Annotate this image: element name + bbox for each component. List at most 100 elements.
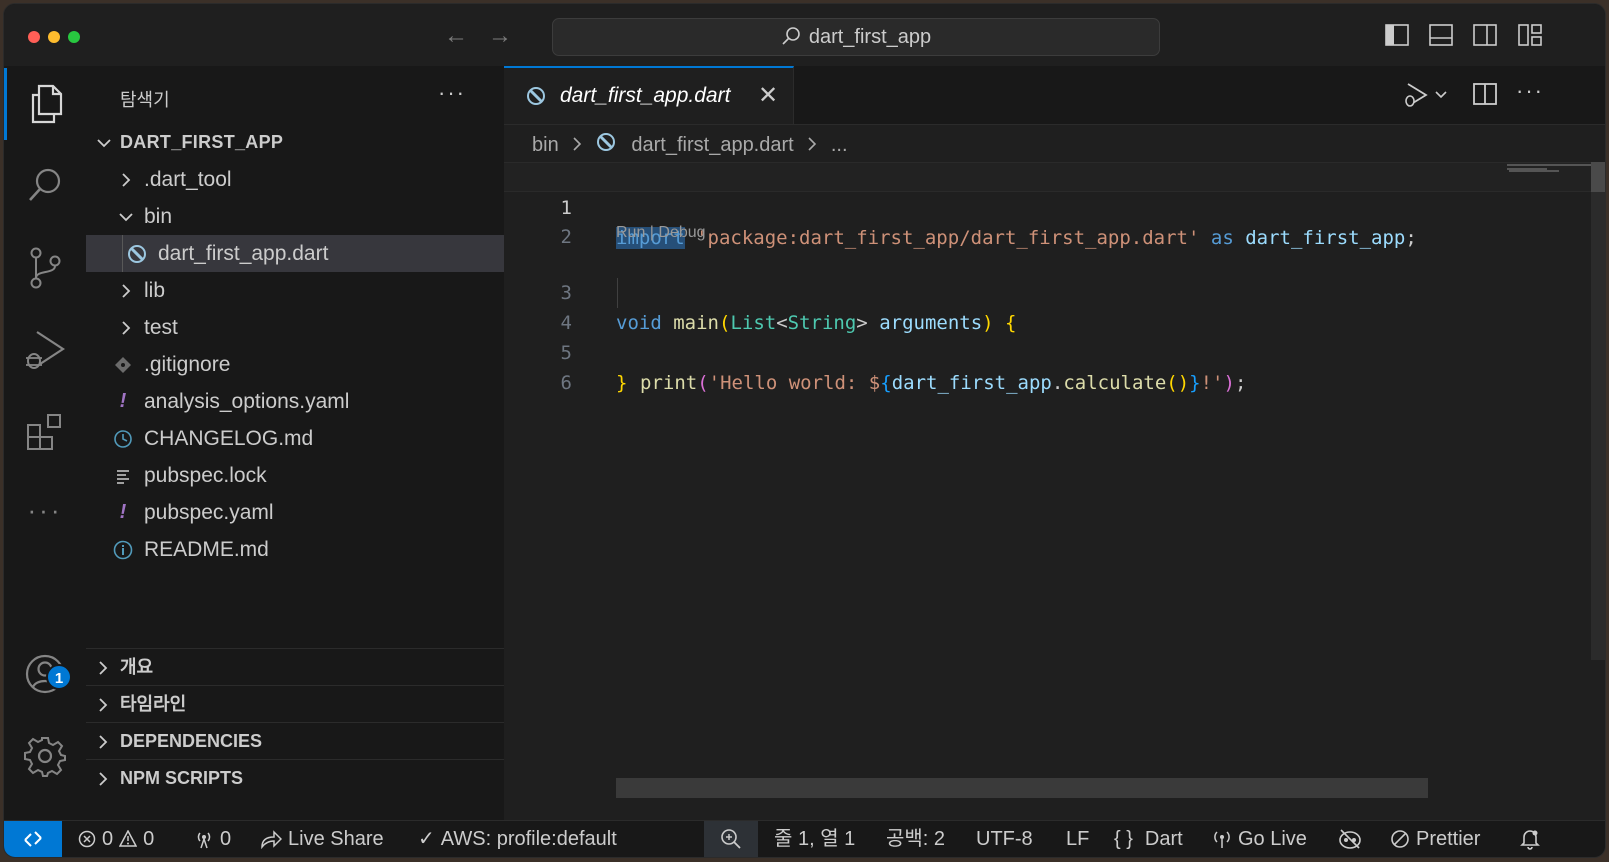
notifications-bell-icon[interactable]	[1520, 821, 1540, 857]
remote-indicator[interactable]	[4, 821, 62, 857]
section-timeline[interactable]: 타임라인	[86, 685, 504, 723]
zoom-window-button[interactable]	[68, 31, 80, 43]
broadcast-icon	[1214, 831, 1230, 848]
run-debug-icon[interactable]	[4, 314, 86, 386]
tree-item-dart-tool[interactable]: .dart_tool	[86, 161, 504, 198]
minimap[interactable]	[1503, 162, 1597, 662]
tree-item-label: CHANGELOG.md	[144, 427, 314, 450]
section-npm-scripts[interactable]: NPM SCRIPTS	[86, 759, 504, 797]
toggle-primary-sidebar-icon[interactable]	[1385, 24, 1409, 46]
go-live-button[interactable]: Go Live	[1212, 821, 1307, 857]
tree-item-test[interactable]: test	[86, 309, 504, 346]
command-center-search[interactable]: dart_first_app	[552, 18, 1160, 56]
vertical-scrollbar[interactable]	[1591, 162, 1605, 660]
breadcrumb-item-file[interactable]: dart_first_app.dart	[631, 134, 793, 157]
breadcrumb-item-symbol[interactable]: ...	[831, 134, 848, 157]
code-line-2: 2	[504, 192, 1605, 248]
tab-dart-first-app[interactable]: dart_first_app.dart ✕	[504, 66, 794, 124]
tree-item-analysis-options[interactable]: ! analysis_options.yaml	[86, 383, 504, 420]
code-line-4: 4 print('Hello world: ${dart_first_app.c…	[504, 278, 1605, 394]
live-share-button[interactable]: Live Share	[260, 821, 384, 857]
language-mode[interactable]: { } Dart	[1114, 821, 1183, 857]
tree-item-lib[interactable]: lib	[86, 272, 504, 309]
go-live-label: Go Live	[1238, 828, 1307, 850]
source-control-icon[interactable]	[4, 232, 86, 304]
close-window-button[interactable]	[28, 31, 40, 43]
split-editor-icon[interactable]	[1473, 82, 1497, 111]
section-dependencies[interactable]: DEPENDENCIES	[86, 722, 504, 760]
broadcast-icon	[197, 832, 211, 849]
problems-indicator[interactable]: 0 0	[78, 821, 154, 857]
editor-more-actions[interactable]: ···	[1516, 78, 1544, 104]
arrow-left-icon[interactable]: ←	[444, 22, 468, 50]
error-count: 0	[102, 828, 114, 850]
language-label: Dart	[1144, 828, 1183, 850]
explorer-root-folder[interactable]: DART_FIRST_APP	[86, 124, 504, 161]
chevron-right-icon	[98, 760, 108, 797]
tree-item-readme[interactable]: README.md	[86, 531, 504, 568]
section-label: 타임라인	[120, 694, 187, 714]
more-icon[interactable]: ···	[4, 474, 86, 546]
horizontal-scrollbar[interactable]	[616, 778, 1428, 798]
end-of-line[interactable]: LF	[1066, 821, 1089, 857]
search-icon[interactable]	[4, 150, 86, 222]
run-debug-dropdown-button[interactable]	[1402, 82, 1448, 113]
indentation-label: 공백: 2	[886, 828, 946, 850]
editor-area: dart_first_app.dart ✕ ··· bin dart_first…	[504, 66, 1605, 821]
clock-icon	[112, 420, 134, 457]
vertical-scrollbar-thumb[interactable]	[1591, 162, 1605, 192]
error-icon	[78, 830, 96, 848]
tree-item-bin[interactable]: bin	[86, 198, 504, 235]
cursor-position[interactable]: 줄 1, 열 1	[774, 821, 855, 857]
accounts-badge: 1	[46, 664, 72, 690]
tree-item-changelog[interactable]: CHANGELOG.md	[86, 420, 504, 457]
chevron-down-icon	[118, 198, 134, 235]
prettier-button[interactable]: Prettier	[1390, 821, 1480, 857]
close-icon[interactable]: ✕	[758, 81, 778, 110]
minimize-window-button[interactable]	[48, 31, 60, 43]
tree-item-pubspec-yaml[interactable]: ! pubspec.yaml	[86, 494, 504, 531]
chevron-right-icon	[807, 134, 817, 157]
copilot-icon[interactable]	[1338, 821, 1362, 857]
root-folder-label: DART_FIRST_APP	[120, 132, 284, 152]
gear-icon[interactable]	[4, 720, 86, 792]
codelens-run-debug[interactable]: Run | Debug	[616, 224, 706, 242]
encoding[interactable]: UTF-8	[976, 821, 1033, 857]
indentation[interactable]: 공백: 2	[886, 821, 945, 857]
explorer-title: 탐색기	[120, 90, 170, 110]
dart-file-icon	[526, 86, 546, 111]
toggle-secondary-sidebar-icon[interactable]	[1473, 24, 1497, 46]
tree-item-dart-first-app-dart[interactable]: dart_first_app.dart	[86, 235, 504, 272]
extensions-icon[interactable]	[4, 396, 86, 468]
explorer-sidebar: 탐색기 ··· DART_FIRST_APP .dart_tool bin da…	[86, 66, 505, 821]
tree-item-label: test	[144, 316, 178, 339]
code-line-5: 5 }	[504, 308, 1605, 394]
zoom-indicator[interactable]	[704, 821, 758, 857]
git-icon	[112, 346, 134, 383]
tree-item-gitignore[interactable]: .gitignore	[86, 346, 504, 383]
section-outline[interactable]: 개요	[86, 648, 504, 686]
zoom-icon	[721, 829, 741, 849]
cursor-position-label: 줄 1, 열 1	[774, 828, 856, 850]
chevron-down-icon	[96, 124, 112, 161]
dart-file-icon	[596, 132, 616, 158]
arrow-right-icon[interactable]: →	[488, 22, 512, 50]
eol-label: LF	[1066, 828, 1090, 850]
tree-item-label: .gitignore	[144, 353, 231, 376]
breadcrumb: bin dart_first_app.dart ...	[532, 132, 848, 158]
braces-icon: { }	[1114, 828, 1133, 850]
encoding-label: UTF-8	[976, 828, 1033, 850]
code-line-1: 1 import 'package:dart_first_app/dart_fi…	[504, 162, 1605, 249]
explorer-icon[interactable]	[4, 68, 86, 140]
code-editor[interactable]: 1 import 'package:dart_first_app/dart_fi…	[504, 162, 1605, 802]
breadcrumb-item-bin[interactable]: bin	[532, 134, 559, 157]
ports-indicator[interactable]: 0	[194, 821, 231, 857]
tree-item-pubspec-lock[interactable]: pubspec.lock	[86, 457, 504, 494]
aws-profile[interactable]: ✓ AWS: profile:default	[418, 821, 617, 857]
toggle-panel-icon[interactable]	[1429, 24, 1453, 46]
explorer-more-actions[interactable]: ···	[438, 80, 466, 106]
customize-layout-icon[interactable]	[1518, 24, 1542, 46]
chevron-right-icon	[118, 309, 134, 346]
accounts-icon[interactable]: 1	[4, 638, 86, 710]
command-center-text: dart_first_app	[808, 26, 932, 48]
